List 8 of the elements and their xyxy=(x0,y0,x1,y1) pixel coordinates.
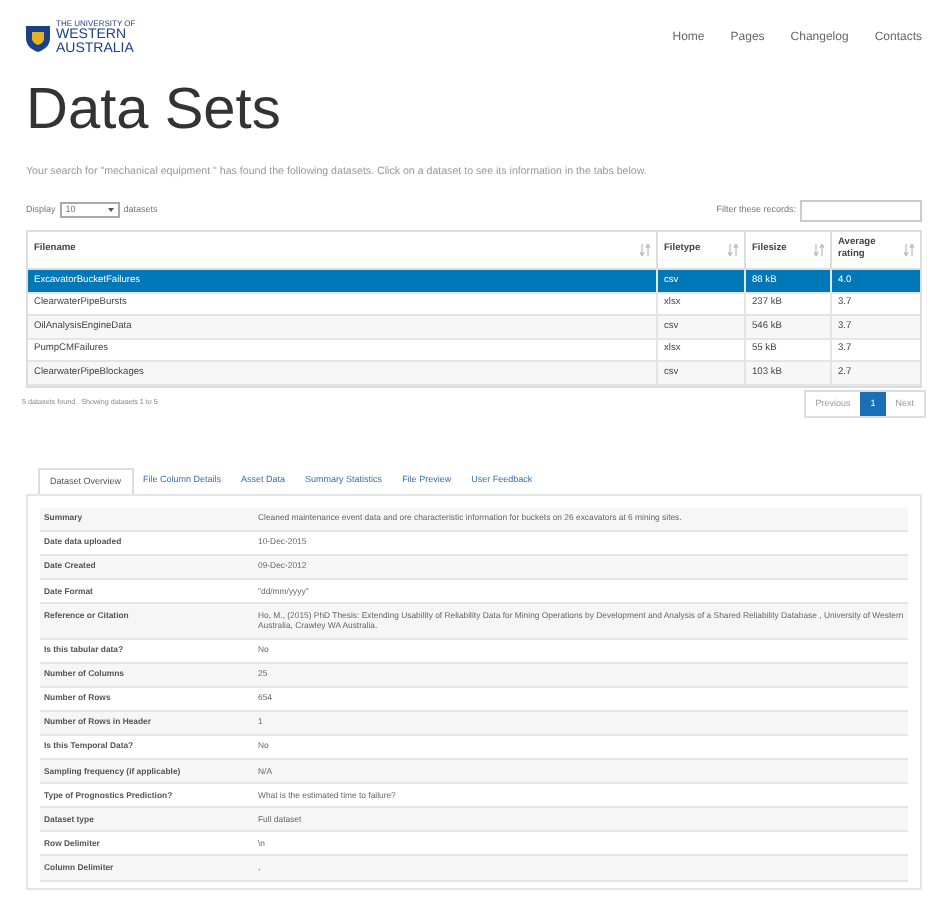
filter-field[interactable] xyxy=(800,199,922,222)
caret-icon xyxy=(107,208,114,213)
sort-icon[interactable] xyxy=(728,243,738,256)
sort-icon[interactable] xyxy=(640,243,650,256)
sort-icon[interactable] xyxy=(814,243,824,256)
crest-icon xyxy=(26,24,50,52)
sort-icon[interactable] xyxy=(904,243,914,256)
page-title: Data Sets xyxy=(24,76,283,144)
